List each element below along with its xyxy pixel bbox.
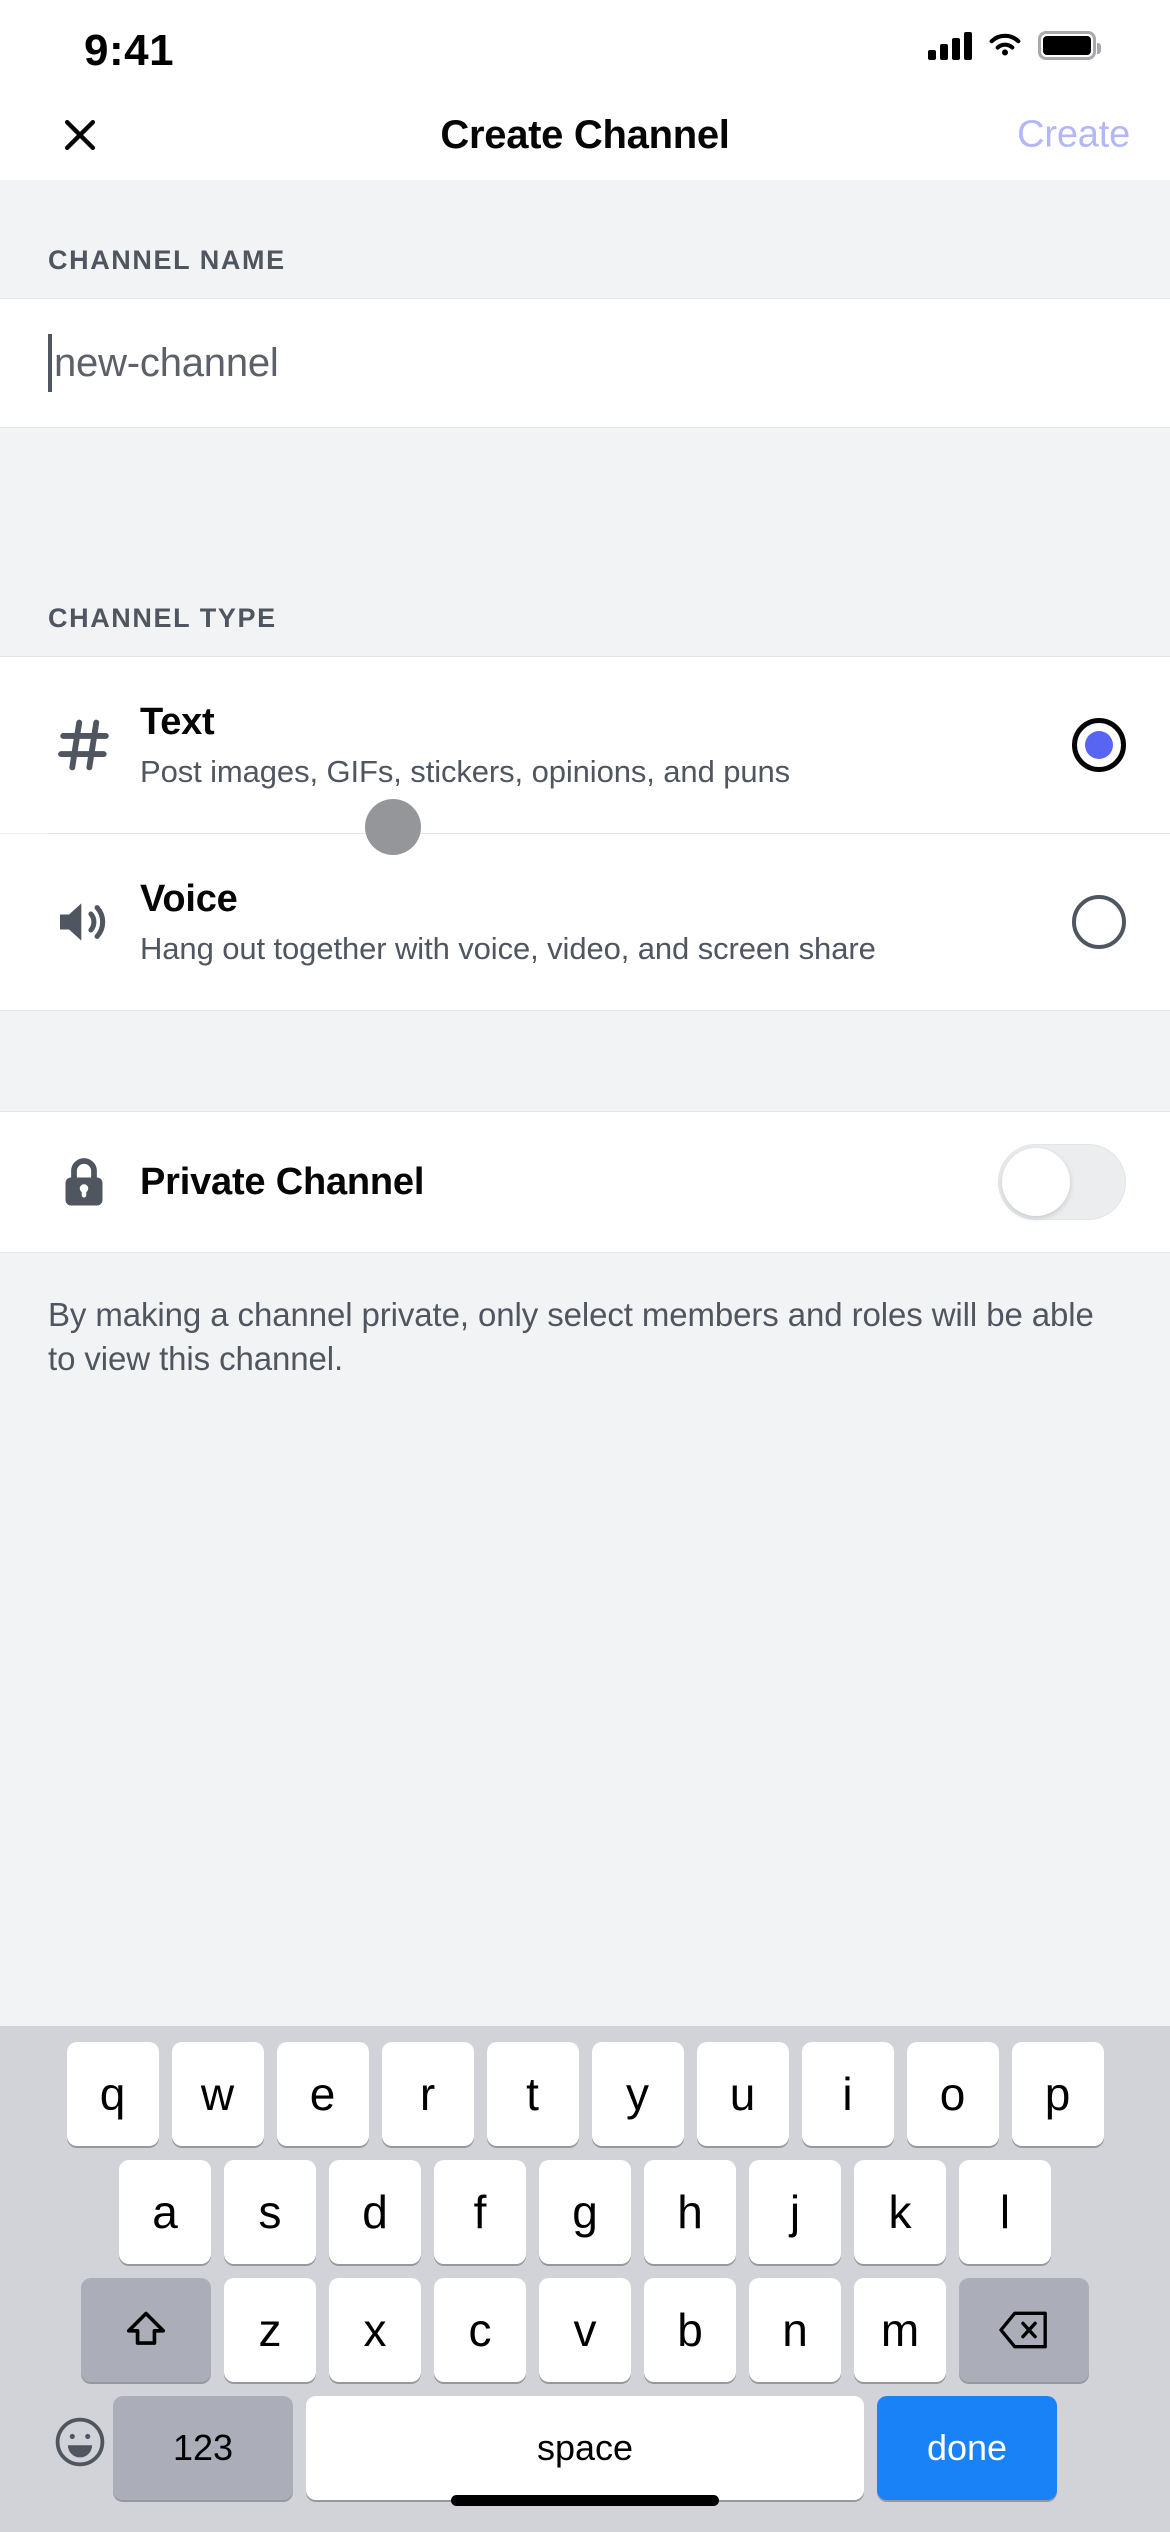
private-channel-note-area: By making a channel private, only select… (0, 1253, 1170, 1633)
key-c[interactable]: c (434, 2278, 526, 2382)
create-channel-screen: 9:41 Create Channel Create CHANNEL NAME … (0, 0, 1170, 2532)
cellular-signal-icon (928, 30, 972, 60)
keyboard-row-2: a s d f g h j k l (0, 2160, 1170, 2264)
key-i[interactable]: i (801, 2042, 894, 2146)
channel-name-input[interactable]: new-channel (0, 299, 1170, 427)
key-m[interactable]: m (854, 2278, 946, 2382)
battery-icon (1038, 30, 1101, 60)
hash-icon (40, 713, 128, 777)
key-p[interactable]: p (1011, 2042, 1104, 2146)
private-channel-gap (0, 1011, 1170, 1111)
channel-name-section-header: CHANNEL NAME (0, 180, 1170, 298)
onscreen-keyboard: q w e r t y u i o p a s d f g h j k l z … (0, 2026, 1170, 2532)
key-g[interactable]: g (539, 2160, 631, 2264)
shift-key[interactable] (81, 2278, 211, 2382)
private-channel-row[interactable]: Private Channel (0, 1112, 1170, 1252)
key-y[interactable]: y (591, 2042, 684, 2146)
channel-type-gap (0, 428, 1170, 528)
create-button[interactable]: Create (1017, 114, 1130, 157)
keyboard-bottom-bar (0, 2392, 1170, 2532)
key-d[interactable]: d (329, 2160, 421, 2264)
radio-button-voice[interactable] (1072, 895, 1126, 949)
key-u[interactable]: u (696, 2042, 789, 2146)
lock-icon (40, 1152, 128, 1212)
speaker-icon (40, 890, 128, 954)
emoji-smiley-icon (55, 2417, 105, 2467)
channel-name-placeholder: new-channel (54, 340, 279, 385)
channel-type-title: Voice (140, 877, 238, 920)
key-j[interactable]: j (749, 2160, 841, 2264)
backspace-icon (999, 2311, 1047, 2349)
private-channel-toggle[interactable] (998, 1144, 1126, 1220)
channel-type-description: Post images, GIFs, stickers, opinions, a… (140, 753, 791, 789)
key-n[interactable]: n (749, 2278, 841, 2382)
key-x[interactable]: x (329, 2278, 421, 2382)
radio-selected-dot (1085, 731, 1113, 759)
radio-button-text[interactable] (1072, 718, 1126, 772)
channel-type-text-block: Voice Hang out together with voice, vide… (128, 878, 1072, 967)
status-bar-icons (928, 30, 1101, 60)
keyboard-row-3: z x c v b n m (0, 2278, 1170, 2382)
key-q[interactable]: q (66, 2042, 159, 2146)
text-cursor (48, 334, 52, 392)
navigation-bar: Create Channel Create (0, 90, 1170, 180)
toggle-knob (1002, 1148, 1070, 1216)
key-h[interactable]: h (644, 2160, 736, 2264)
key-o[interactable]: o (906, 2042, 999, 2146)
key-t[interactable]: t (486, 2042, 579, 2146)
key-e[interactable]: e (276, 2042, 369, 2146)
channel-name-label: CHANNEL NAME (48, 245, 286, 275)
channel-name-field-row[interactable]: new-channel (0, 299, 1170, 427)
key-z[interactable]: z (224, 2278, 316, 2382)
status-bar-time: 9:41 (84, 26, 175, 75)
channel-type-text-block: Text Post images, GIFs, stickers, opinio… (128, 701, 1072, 790)
key-b[interactable]: b (644, 2278, 736, 2382)
page-title: Create Channel (440, 112, 730, 157)
key-f[interactable]: f (434, 2160, 526, 2264)
key-r[interactable]: r (381, 2042, 474, 2146)
shift-arrow-icon (126, 2311, 166, 2345)
key-s[interactable]: s (224, 2160, 316, 2264)
channel-type-description: Hang out together with voice, video, and… (140, 930, 876, 966)
status-bar: 9:41 (0, 0, 1170, 90)
channel-type-option-text[interactable]: Text Post images, GIFs, stickers, opinio… (0, 657, 1170, 833)
channel-type-option-voice[interactable]: Voice Hang out together with voice, vide… (0, 834, 1170, 1010)
close-button[interactable] (52, 107, 108, 163)
channel-type-label: CHANNEL TYPE (48, 603, 277, 633)
wifi-icon (989, 33, 1021, 56)
emoji-button[interactable] (52, 2414, 108, 2470)
backspace-key[interactable] (959, 2278, 1089, 2382)
private-channel-label: Private Channel (140, 1160, 425, 1203)
key-v[interactable]: v (539, 2278, 631, 2382)
keyboard-row-1: q w e r t y u i o p (0, 2042, 1170, 2146)
key-l[interactable]: l (959, 2160, 1051, 2264)
channel-type-section-header: CHANNEL TYPE (0, 528, 1170, 656)
home-indicator (451, 2495, 719, 2506)
key-k[interactable]: k (854, 2160, 946, 2264)
key-w[interactable]: w (171, 2042, 264, 2146)
key-a[interactable]: a (119, 2160, 211, 2264)
close-x-icon (64, 119, 96, 151)
channel-type-title: Text (140, 700, 215, 743)
private-channel-note: By making a channel private, only select… (0, 1253, 1170, 1381)
